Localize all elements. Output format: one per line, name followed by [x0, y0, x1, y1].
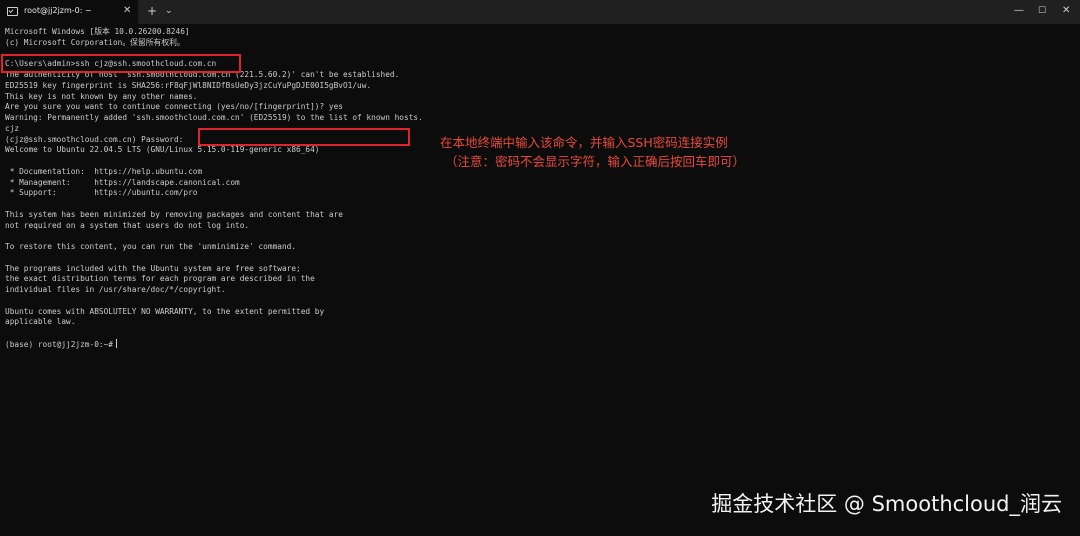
- terminal-line: individual files in /usr/share/doc/*/cop…: [5, 285, 226, 294]
- terminal-output[interactable]: Microsoft Windows [版本 10.0.26200.8246] (c…: [5, 27, 1005, 350]
- terminal-line: the exact distribution terms for each pr…: [5, 274, 315, 284]
- terminal-line: ED25519 key fingerprint is SHA256:rF8qFj…: [5, 80, 372, 90]
- terminal-icon: [7, 7, 18, 16]
- password-highlight-box: [198, 128, 410, 146]
- minimize-icon[interactable]: —: [1014, 4, 1024, 18]
- close-icon[interactable]: ✕: [1062, 4, 1070, 18]
- terminal-line: applicable law.: [5, 317, 76, 327]
- command-highlight-box: [1, 54, 241, 73]
- new-tab-icon[interactable]: +: [147, 4, 157, 18]
- terminal-line: To restore this content, you can run the…: [5, 242, 297, 251]
- terminal-line: The programs included with the Ubuntu sy…: [5, 263, 301, 273]
- terminal-line: Ubuntu comes with ABSOLUTELY NO WARRANTY…: [5, 306, 325, 316]
- annotation-note: （注意：密码不会显示字符，输入正确后按回车即可）: [445, 154, 746, 169]
- annotation-instruction: 在本地终端中输入该命令，并输入SSH密码连接实例: [440, 135, 728, 150]
- text-cursor: [115, 338, 117, 348]
- terminal-line: (c) Microsoft Corporation。保留所有权利。: [5, 37, 185, 47]
- maximize-icon[interactable]: ☐: [1038, 4, 1046, 18]
- terminal-line: * Support: https://ubuntu.com/pro: [5, 188, 198, 198]
- title-bar: root@jj2jzm-0: ~ ✕ + ⌄ — ☐ ✕: [0, 0, 1080, 24]
- terminal-tab[interactable]: root@jj2jzm-0: ~ ✕: [0, 0, 138, 24]
- terminal-line: Are you sure you want to continue connec…: [5, 102, 343, 112]
- terminal-line: This key is not known by any other names…: [5, 91, 198, 101]
- terminal-line: (base) root@jj2jzm-0:~#: [5, 338, 1005, 350]
- terminal-line: Microsoft Windows [版本 10.0.26200.8246]: [5, 27, 190, 36]
- watermark: 掘金技术社区 @ Smoothcloud_润云: [711, 492, 1062, 516]
- terminal-line: This system has been minimized by removi…: [5, 209, 343, 219]
- terminal-line: not required on a system that users do n…: [5, 220, 250, 230]
- chevron-down-icon[interactable]: ⌄: [165, 5, 173, 17]
- terminal-line: Warning: Permanently added 'ssh.smoothcl…: [5, 113, 423, 122]
- tab-close-icon[interactable]: ✕: [123, 5, 131, 17]
- tab-title: root@jj2jzm-0: ~: [24, 6, 92, 15]
- terminal-window: root@jj2jzm-0: ~ ✕ + ⌄ — ☐ ✕ Microsoft W…: [0, 0, 1080, 536]
- terminal-line: * Management: https://landscape.canonica…: [5, 177, 240, 187]
